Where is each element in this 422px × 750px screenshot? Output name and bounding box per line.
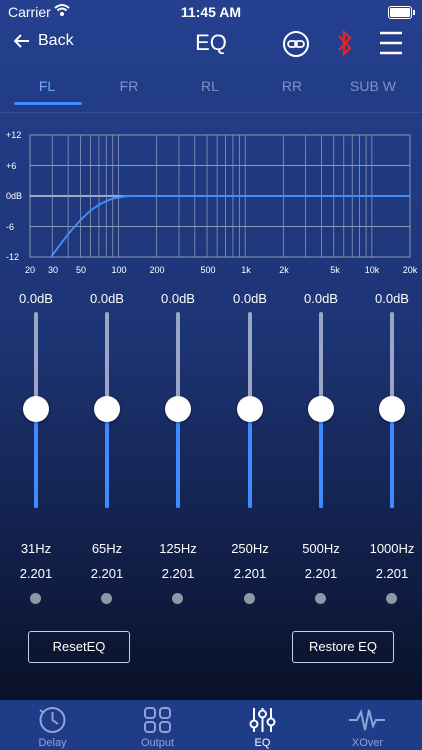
gain-value: 0.0dB — [90, 291, 124, 306]
gain-slider-fill — [176, 410, 180, 508]
gain-value: 0.0dB — [233, 291, 267, 306]
tab-output-label: Output — [140, 737, 175, 749]
band-frequency[interactable]: 500Hz — [289, 541, 353, 556]
active-tab-indicator — [14, 102, 82, 105]
x-tick-label: 1k — [241, 265, 251, 275]
band-q-value[interactable]: 2.201 — [4, 566, 68, 581]
band-bypass-toggle[interactable] — [315, 593, 326, 604]
restore-eq-button[interactable]: Restore EQ — [292, 631, 394, 663]
channel-tabs: FL FR RL RR SUB W — [0, 78, 422, 108]
x-tick-label: 5k — [330, 265, 340, 275]
gain-slider-fill — [248, 410, 252, 508]
tab-sub-w[interactable]: SUB W — [332, 78, 414, 94]
tab-output[interactable]: Output — [105, 700, 210, 750]
y-tick-label: -12 — [6, 252, 19, 262]
band-frequency[interactable]: 125Hz — [146, 541, 210, 556]
waveform-icon — [349, 709, 385, 731]
eq-response-graph: +12 +6 0dB -6 -12 20 30 50 100 200 500 1… — [6, 130, 418, 275]
tab-fr[interactable]: FR — [88, 78, 170, 94]
band-q-value[interactable]: 2.201 — [146, 566, 210, 581]
band-bypass-toggle[interactable] — [172, 593, 183, 604]
gain-slider-knob[interactable] — [308, 396, 334, 422]
gain-value: 0.0dB — [161, 291, 195, 306]
band-bypass-toggle[interactable] — [386, 593, 397, 604]
gain-slider-knob[interactable] — [94, 396, 120, 422]
tab-eq[interactable]: EQ — [210, 700, 315, 750]
menu-icon[interactable] — [378, 30, 404, 56]
tab-xover-label: XOver — [351, 737, 384, 749]
y-tick-label: +12 — [6, 130, 21, 140]
gain-slider-knob[interactable] — [165, 396, 191, 422]
status-bar: Carrier 11:45 AM — [0, 0, 422, 24]
bottom-tab-bar: Delay Output EQ XOver — [0, 700, 422, 750]
band-bypass-toggle[interactable] — [244, 593, 255, 604]
gain-slider-fill — [319, 410, 323, 508]
band-bypass-toggle[interactable] — [30, 593, 41, 604]
gain-value: 0.0dB — [19, 291, 53, 306]
tab-fl[interactable]: FL — [6, 78, 88, 94]
y-tick-label: -6 — [6, 222, 14, 232]
gain-slider-knob[interactable] — [23, 396, 49, 422]
clock-icon — [39, 707, 66, 733]
battery-icon — [388, 6, 415, 19]
tab-delay-label: Delay — [38, 737, 67, 749]
y-tick-label: 0dB — [6, 191, 22, 201]
x-tick-label: 20 — [25, 265, 35, 275]
x-tick-label: 2k — [279, 265, 289, 275]
sliders-icon — [249, 708, 276, 732]
grid-icon — [144, 707, 171, 733]
x-tick-label: 20k — [403, 265, 418, 275]
tab-eq-label: EQ — [254, 737, 271, 749]
band-q-value[interactable]: 2.201 — [218, 566, 282, 581]
gain-value: 0.0dB — [304, 291, 338, 306]
clock-time: 11:45 AM — [180, 4, 242, 20]
gain-slider-fill — [34, 410, 38, 508]
band-frequency[interactable]: 1000Hz — [360, 541, 422, 556]
band-frequency[interactable]: 250Hz — [218, 541, 282, 556]
band-bypass-toggle[interactable] — [101, 593, 112, 604]
band-q-value[interactable]: 2.201 — [360, 566, 422, 581]
gain-slider-knob[interactable] — [379, 396, 405, 422]
nav-bar: Back EQ — [0, 26, 422, 62]
tab-rr[interactable]: RR — [251, 78, 333, 94]
link-icon[interactable] — [282, 30, 310, 58]
x-tick-label: 200 — [149, 265, 164, 275]
tab-rl[interactable]: RL — [169, 78, 251, 94]
x-tick-label: 500 — [200, 265, 215, 275]
x-tick-label: 50 — [76, 265, 86, 275]
band-q-value[interactable]: 2.201 — [75, 566, 139, 581]
tab-xover[interactable]: XOver — [315, 700, 420, 750]
gain-value: 0.0dB — [375, 291, 409, 306]
divider — [0, 112, 422, 113]
x-tick-label: 100 — [111, 265, 126, 275]
bluetooth-icon[interactable] — [336, 28, 354, 58]
page-title: EQ — [195, 30, 227, 55]
band-frequency[interactable]: 65Hz — [75, 541, 139, 556]
reset-eq-button[interactable]: ResetEQ — [28, 631, 130, 663]
band-q-value[interactable]: 2.201 — [289, 566, 353, 581]
y-tick-label: +6 — [6, 161, 16, 171]
gain-slider-fill — [105, 410, 109, 508]
x-tick-label: 30 — [48, 265, 58, 275]
band-frequency[interactable]: 31Hz — [4, 541, 68, 556]
gain-slider-knob[interactable] — [237, 396, 263, 422]
gain-slider-fill — [390, 410, 394, 508]
x-tick-label: 10k — [365, 265, 380, 275]
tab-delay[interactable]: Delay — [0, 700, 105, 750]
